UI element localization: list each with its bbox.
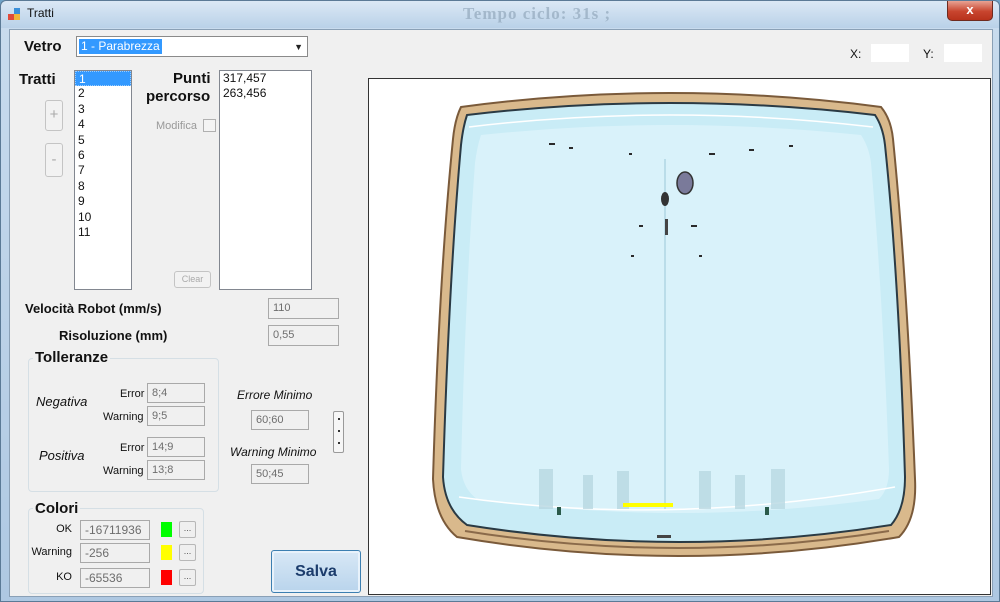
tolleranze-title: Tolleranze	[33, 349, 111, 366]
x-coord-label: X:	[850, 47, 862, 61]
punti-list-item[interactable]: 317,457	[220, 71, 311, 86]
risoluzione-input[interactable]: 0,55	[268, 325, 339, 346]
tratti-list-item[interactable]: 3	[75, 102, 131, 117]
colori-label: KO	[56, 571, 72, 583]
add-tratto-button[interactable]: +	[45, 100, 63, 131]
vetro-dropdown[interactable]: 1 - Parabrezza ▼	[76, 36, 308, 57]
tratti-list-item[interactable]: 11	[75, 225, 131, 240]
color-swatch	[161, 570, 172, 585]
color-picker-button[interactable]: ...	[179, 569, 196, 586]
neg-error-input[interactable]: 8;4	[147, 383, 205, 403]
errore-minimo-label: Errore Minimo	[237, 388, 313, 402]
chevron-down-icon[interactable]: ▼	[294, 42, 303, 52]
punti-list-item[interactable]: 263,456	[220, 86, 311, 101]
y-coord-label: Y:	[923, 47, 934, 61]
tratti-list-item[interactable]: 1	[75, 71, 131, 87]
pos-error-input[interactable]: 14;9	[147, 437, 205, 457]
colori-value-input[interactable]: -16711936	[80, 520, 150, 540]
colori-label: Warning	[31, 546, 72, 558]
negativa-label: Negativa	[36, 394, 88, 409]
errore-minimo-input[interactable]: 60;60	[251, 410, 309, 430]
tratti-list-item[interactable]: 8	[75, 179, 131, 194]
tratti-list[interactable]: 1 2 3 4 5 6 7 8 9 10 11	[74, 70, 132, 290]
punti-label-line1: Punti	[173, 70, 211, 87]
y-coord-value	[944, 44, 982, 62]
colori-value-input[interactable]: -256	[80, 543, 150, 563]
pos-error-label: Error	[120, 442, 145, 454]
vetro-selected-value: 1 - Parabrezza	[79, 39, 162, 54]
colori-value-input[interactable]: -65536	[80, 568, 150, 588]
close-button[interactable]: x	[947, 1, 993, 21]
colori-label: OK	[56, 523, 72, 535]
x-coord-value	[871, 44, 909, 62]
positiva-label: Positiva	[39, 448, 85, 463]
windshield-image	[431, 92, 917, 557]
tratti-list-item[interactable]: 7	[75, 163, 131, 178]
warning-minimo-input[interactable]: 50;45	[251, 464, 309, 484]
modifica-checkbox[interactable]	[203, 119, 216, 132]
minimo-spinner[interactable]	[333, 411, 344, 453]
neg-warning-input[interactable]: 9;5	[147, 406, 205, 426]
risoluzione-label: Risoluzione (mm)	[59, 328, 168, 343]
form-body: Vetro 1 - Parabrezza ▼ X: Y: Tratti + - …	[9, 29, 993, 597]
velocita-input[interactable]: 110	[268, 298, 339, 319]
main-window: Tratti Tempo ciclo: 31s ; x Vetro 1 - Pa…	[0, 0, 1000, 602]
windshield-canvas[interactable]	[368, 78, 991, 595]
salva-button[interactable]: Salva	[271, 550, 361, 593]
tratti-list-item[interactable]: 10	[75, 210, 131, 225]
app-icon	[8, 8, 21, 21]
punti-label-line2: percorso	[146, 88, 211, 105]
window-title: Tratti	[27, 6, 54, 20]
modifica-label: Modifica	[156, 120, 197, 132]
pos-warning-label: Warning	[103, 465, 144, 477]
tratti-list-item[interactable]: 5	[75, 133, 131, 148]
warning-minimo-label: Warning Minimo	[230, 445, 317, 459]
title-bar[interactable]: Tratti Tempo ciclo: 31s ; x	[1, 1, 999, 28]
tratti-list-item[interactable]: 6	[75, 148, 131, 163]
tratti-list-item[interactable]: 4	[75, 117, 131, 132]
vetro-label: Vetro	[24, 38, 62, 55]
neg-error-label: Error	[120, 388, 145, 400]
clear-button[interactable]: Clear	[174, 271, 211, 288]
background-caption: Tempo ciclo: 31s ;	[463, 4, 612, 23]
neg-warning-label: Warning	[103, 411, 144, 423]
remove-tratto-button[interactable]: -	[45, 143, 63, 177]
color-swatch	[161, 522, 172, 537]
color-picker-button[interactable]: ...	[179, 521, 196, 538]
colori-title: Colori	[33, 500, 81, 517]
pos-warning-input[interactable]: 13;8	[147, 460, 205, 480]
color-swatch	[161, 545, 172, 560]
tratti-label: Tratti	[19, 71, 56, 88]
punti-list[interactable]: 317,457 263,456	[219, 70, 312, 290]
velocita-label: Velocità Robot (mm/s)	[25, 301, 162, 316]
tratti-list-item[interactable]: 9	[75, 194, 131, 209]
color-picker-button[interactable]: ...	[179, 544, 196, 561]
tratti-list-item[interactable]: 2	[75, 86, 131, 101]
